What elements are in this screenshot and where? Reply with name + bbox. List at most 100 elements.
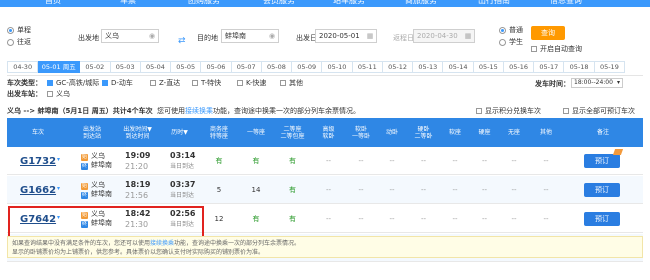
station-pair: 始义乌终蚌埠南 (81, 152, 112, 170)
date-tab[interactable]: 05-06 (201, 61, 232, 73)
note-line-1: 如果查询结果中没有满足条件的车次，您还可以使用接续换乘功能，查询途中换乘一次的部… (12, 240, 301, 247)
auto-query-checkbox[interactable]: 开启自动查询 (531, 44, 582, 54)
train-type-checkbox[interactable]: K-快速 (237, 78, 266, 88)
column-header: 无座 (507, 129, 520, 136)
seat-availability: -- (452, 157, 458, 165)
terminal-icon: 终 (81, 221, 88, 228)
date-tab[interactable]: 05-05 (171, 61, 202, 73)
origin-icon: 始 (81, 183, 88, 190)
depart-time-select[interactable]: 18:00--24:00 ▾ (571, 78, 623, 88)
from-station-input[interactable]: 义乌 ◉ (101, 29, 159, 43)
dropdown-icon[interactable]: ▾ (57, 214, 60, 221)
date-tab[interactable]: 05-18 (564, 61, 595, 73)
train-duration: 03:37 当日到达 (170, 180, 196, 199)
nav-item[interactable]: 站车服务 (333, 0, 365, 6)
date-tab[interactable]: 05-01 周五 (38, 61, 81, 73)
book-button[interactable]: 预订 (584, 154, 620, 168)
date-tab[interactable]: 05-09 (292, 61, 323, 73)
column-header: 二等座 二等包座 (280, 125, 305, 140)
dropdown-icon[interactable]: ▾ (57, 185, 60, 192)
train-number-link[interactable]: G7642 (20, 205, 56, 233)
radio-round-trip[interactable]: 往返 (7, 37, 31, 47)
seat-availability: -- (543, 157, 549, 165)
show-all-bookable-checkbox[interactable]: 显示全部可预订车次 (563, 106, 635, 116)
show-points-trains-checkbox[interactable]: 显示积分兑换车次 (476, 106, 541, 116)
date-tab[interactable]: 05-13 (413, 61, 444, 73)
seat-availability: 14 (251, 186, 261, 194)
radio-passenger-normal[interactable]: 普通 (499, 25, 523, 35)
book-button[interactable]: 预订 (584, 183, 620, 197)
seat-availability: -- (543, 215, 549, 223)
depart-time-label: 发车时间： (535, 80, 570, 88)
seat-availability: 有 (215, 157, 223, 165)
nav-item[interactable]: 出行指南 (478, 0, 510, 6)
return-date-input[interactable]: 2020-04-30 ▦ (413, 29, 475, 43)
radio-passenger-student[interactable]: 学生 (499, 37, 523, 47)
seat-availability: -- (325, 186, 332, 194)
train-number-link[interactable]: G1732 (20, 147, 56, 175)
to-label: 目的地 (197, 34, 218, 42)
checkbox-icon (531, 46, 537, 52)
notes-panel: 如果查询结果中没有满足条件的车次，您还可以使用接续换乘功能，查询途中换乘一次的部… (7, 236, 643, 258)
checkbox-icon (192, 80, 198, 86)
seat-availability: -- (511, 186, 517, 194)
seat-availability: 有 (289, 186, 296, 194)
ticket-query-page: 首页 车票 团购服务 会员服务 站车服务 商旅服务 出行指南 信息查询 单程 往返 出发地 义… (0, 0, 650, 280)
to-station-input[interactable]: 蚌埠南 ◉ (221, 29, 279, 43)
column-header: 动卧 (385, 129, 398, 136)
transfer-link[interactable]: 接续换乘 (185, 107, 213, 115)
result-summary-bar: 义乌 --> 蚌埠南（5月1日 周五）共计4个车次 您可使用接续换乘功能，查询途… (7, 104, 643, 117)
query-button[interactable]: 查询 (531, 26, 565, 40)
nav-item[interactable]: 商旅服务 (405, 0, 437, 6)
depart-date-label: 出发日 (296, 34, 317, 42)
seat-availability: -- (420, 215, 427, 223)
column-header[interactable]: 历时▼ (160, 118, 199, 147)
date-tab[interactable]: 05-04 (140, 61, 172, 73)
from-station-filter-checkbox[interactable]: 义乌 (47, 89, 70, 99)
train-number-link[interactable]: G1662 (20, 176, 56, 204)
radio-empty-icon (499, 38, 506, 46)
train-type-checkbox[interactable]: T-特快 (192, 78, 221, 88)
seat-availability: -- (358, 157, 364, 165)
train-type-checkbox[interactable]: GC-高铁/城际 (47, 78, 99, 88)
date-tab[interactable]: 05-19 (594, 61, 626, 73)
train-type-checkbox[interactable]: Z-直达 (150, 78, 180, 88)
radio-single-trip[interactable]: 单程 (7, 25, 31, 35)
date-tab[interactable]: 05-11 (352, 61, 383, 73)
date-tab[interactable]: 04-30 (7, 61, 39, 73)
dropdown-icon[interactable]: ▾ (57, 156, 60, 163)
depart-date-input[interactable]: 2020-05-01 ▦ (315, 29, 377, 43)
date-tab[interactable]: 05-10 (322, 61, 353, 73)
train-row: G7642 ▾ 始义乌终蚌埠南 18:42 21:30 02:56 当日到达 12 有 有 -- --… (7, 205, 643, 233)
seat-availability: 5 (216, 186, 222, 194)
date-tab[interactable]: 05-02 (80, 61, 111, 73)
swap-stations-icon[interactable]: ⇄ (178, 36, 186, 46)
date-tab[interactable]: 05-17 (534, 61, 565, 73)
train-type-checkbox[interactable]: D-动车 (102, 78, 133, 88)
nav-item[interactable]: 首页 (45, 0, 61, 6)
nav-item[interactable]: 信息查询 (550, 0, 582, 6)
train-type-checkbox[interactable]: 其他 (280, 78, 303, 88)
column-header: 硬座 (478, 129, 491, 136)
date-tab[interactable]: 05-15 (473, 61, 504, 73)
return-date-label: 返程日 (393, 34, 414, 42)
book-button[interactable]: 预订 (584, 212, 620, 226)
seat-availability: 有 (252, 157, 260, 165)
date-tab[interactable]: 05-14 (443, 61, 474, 73)
date-tab[interactable]: 05-07 (231, 61, 262, 73)
seat-availability: -- (481, 186, 488, 194)
column-header[interactable]: 出发时间▼ 到达时间 (115, 118, 160, 147)
date-tab[interactable]: 05-16 (503, 61, 535, 73)
train-type-label: 车次类型： (7, 79, 42, 87)
nav-item[interactable]: 会员服务 (263, 0, 295, 6)
date-tab[interactable]: 05-03 (110, 61, 141, 73)
column-header: 软座 (448, 129, 461, 136)
seat-availability: -- (389, 215, 395, 223)
nav-item[interactable]: 团购服务 (188, 0, 220, 6)
seat-availability: -- (358, 186, 364, 194)
nav-item[interactable]: 车票 (120, 0, 136, 6)
date-tab[interactable]: 05-08 (261, 61, 293, 73)
date-tab[interactable]: 05-12 (382, 61, 414, 73)
seat-availability: -- (481, 215, 488, 223)
note-transfer-link[interactable]: 接续换乘 (150, 240, 174, 247)
